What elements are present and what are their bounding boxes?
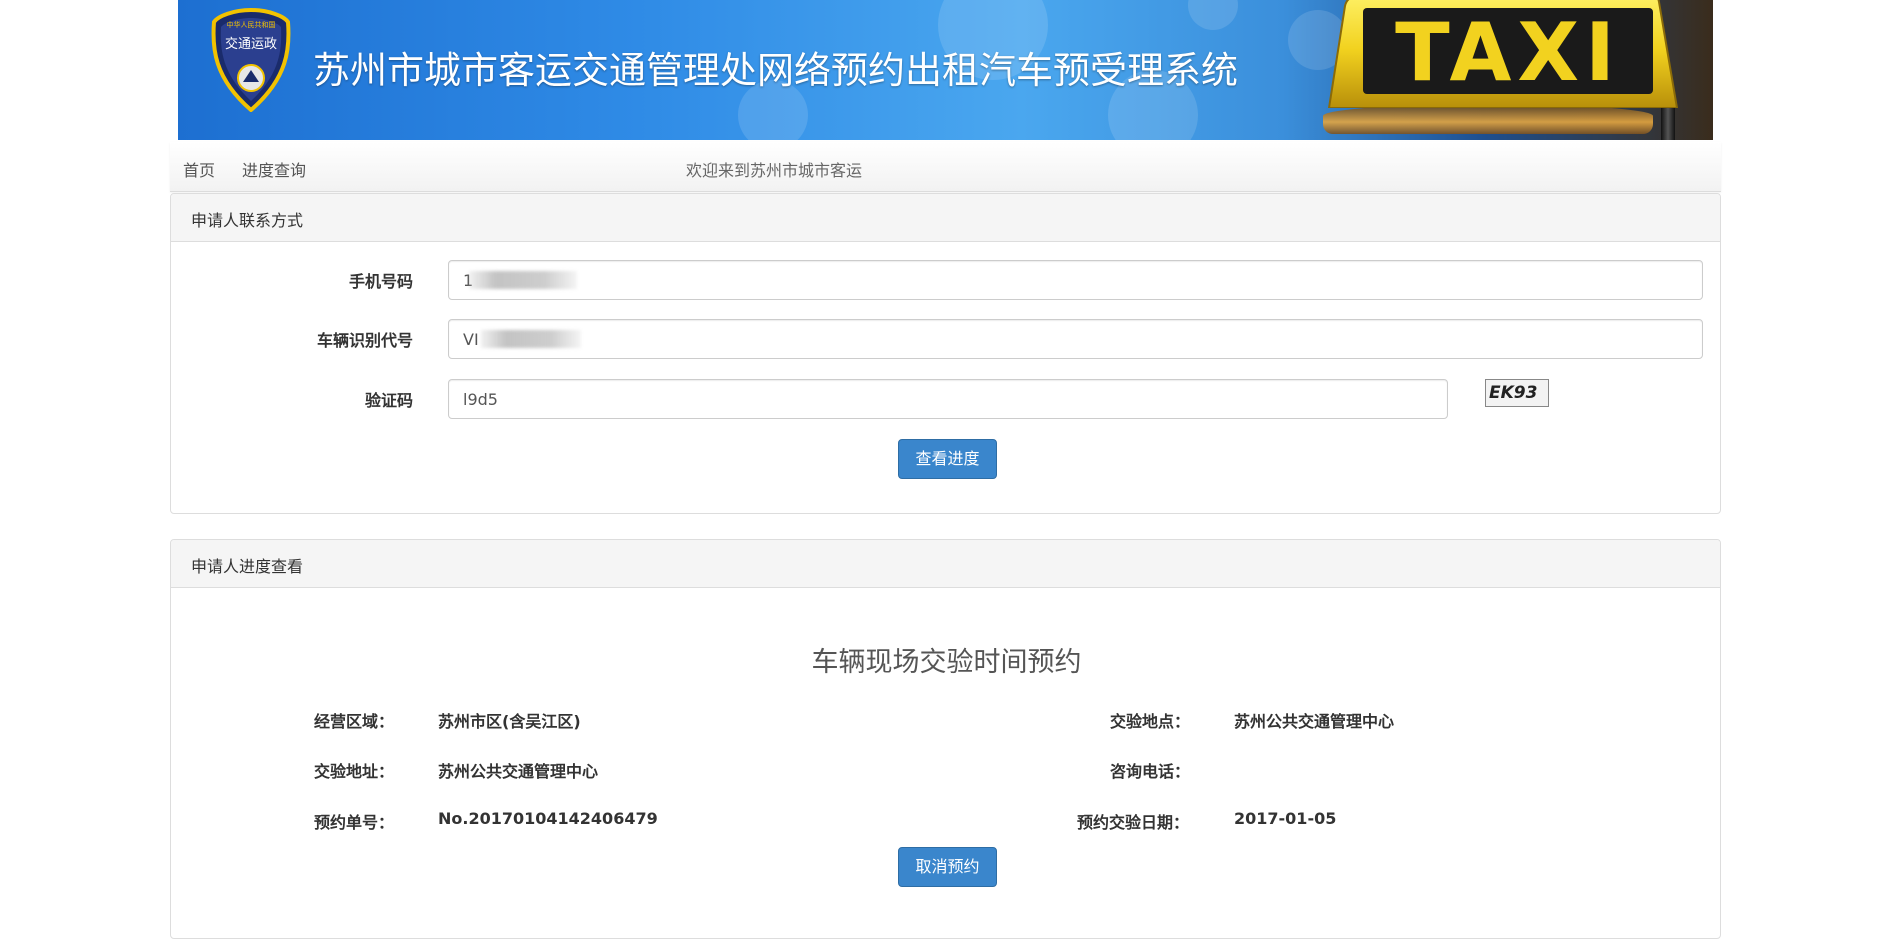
progress-panel-heading: 申请人进度查看 (171, 540, 1720, 588)
svg-text:中华人民共和国: 中华人民共和国 (227, 20, 276, 29)
banner-title: 苏州市城市客运交通管理处网络预约出租汽车预受理系统 (313, 49, 1238, 92)
vin-redaction (481, 330, 581, 348)
phone-label: 手机号码 (348, 272, 413, 291)
inspection-address-label: 交验地址： (314, 762, 395, 781)
phone-redaction (469, 271, 577, 289)
appointment-title: 车辆现场交验时间预约 (811, 647, 1082, 678)
vin-input[interactable] (448, 319, 1703, 359)
inspection-address-value: 苏州公共交通管理中心 (438, 762, 599, 781)
captcha-input[interactable] (448, 379, 1448, 419)
police-badge-icon: 中华人民共和国 交通运政 (211, 8, 291, 112)
bokeh-decoration (1188, 0, 1238, 30)
captcha-image[interactable]: EK93 (1485, 379, 1549, 407)
nav-progress-query-link[interactable]: 进度查询 (242, 157, 306, 181)
order-number-value: No.20170104142406479 (438, 809, 658, 828)
area-value: 苏州市区(含吴江区) (438, 712, 581, 731)
progress-panel: 申请人进度查看 车辆现场交验时间预约 经营区域： 苏州市区(含吴江区) 交验地点… (170, 539, 1721, 939)
header-banner: 中华人民共和国 交通运政 苏州市城市客运交通管理处网络预约出租汽车预受理系统 T… (178, 0, 1713, 140)
nav-home-link[interactable]: 首页 (183, 157, 215, 181)
cancel-appointment-button[interactable]: 取消预约 (898, 847, 997, 887)
captcha-label: 验证码 (364, 391, 413, 410)
contact-panel: 申请人联系方式 手机号码 车辆识别代号 验证码 EK93 查看进度 (170, 193, 1721, 514)
hotline-label: 咨询电话： (1110, 762, 1191, 781)
inspection-place-label: 交验地点： (1110, 712, 1191, 731)
taxi-sign-icon: TAXI (1327, 0, 1679, 108)
taxi-sign-text: TAXI (1395, 6, 1621, 99)
vin-label: 车辆识别代号 (316, 331, 413, 350)
area-label: 经营区域： (314, 712, 395, 731)
inspection-place-value: 苏州公共交通管理中心 (1234, 712, 1395, 731)
taxi-sign-base (1323, 104, 1653, 134)
order-number-label: 预约单号： (314, 813, 395, 832)
welcome-message: 欢迎来到苏州市城市客运 (686, 161, 863, 180)
inspection-date-label: 预约交验日期： (1077, 813, 1190, 832)
contact-panel-heading: 申请人联系方式 (171, 194, 1720, 242)
phone-input[interactable] (448, 260, 1703, 300)
view-progress-button[interactable]: 查看进度 (898, 439, 997, 479)
inspection-date-value: 2017-01-05 (1234, 809, 1337, 828)
emblem-text: 交通运政 (225, 36, 277, 52)
navbar: 首页 进度查询 欢迎来到苏州市城市客运 (170, 142, 1721, 192)
